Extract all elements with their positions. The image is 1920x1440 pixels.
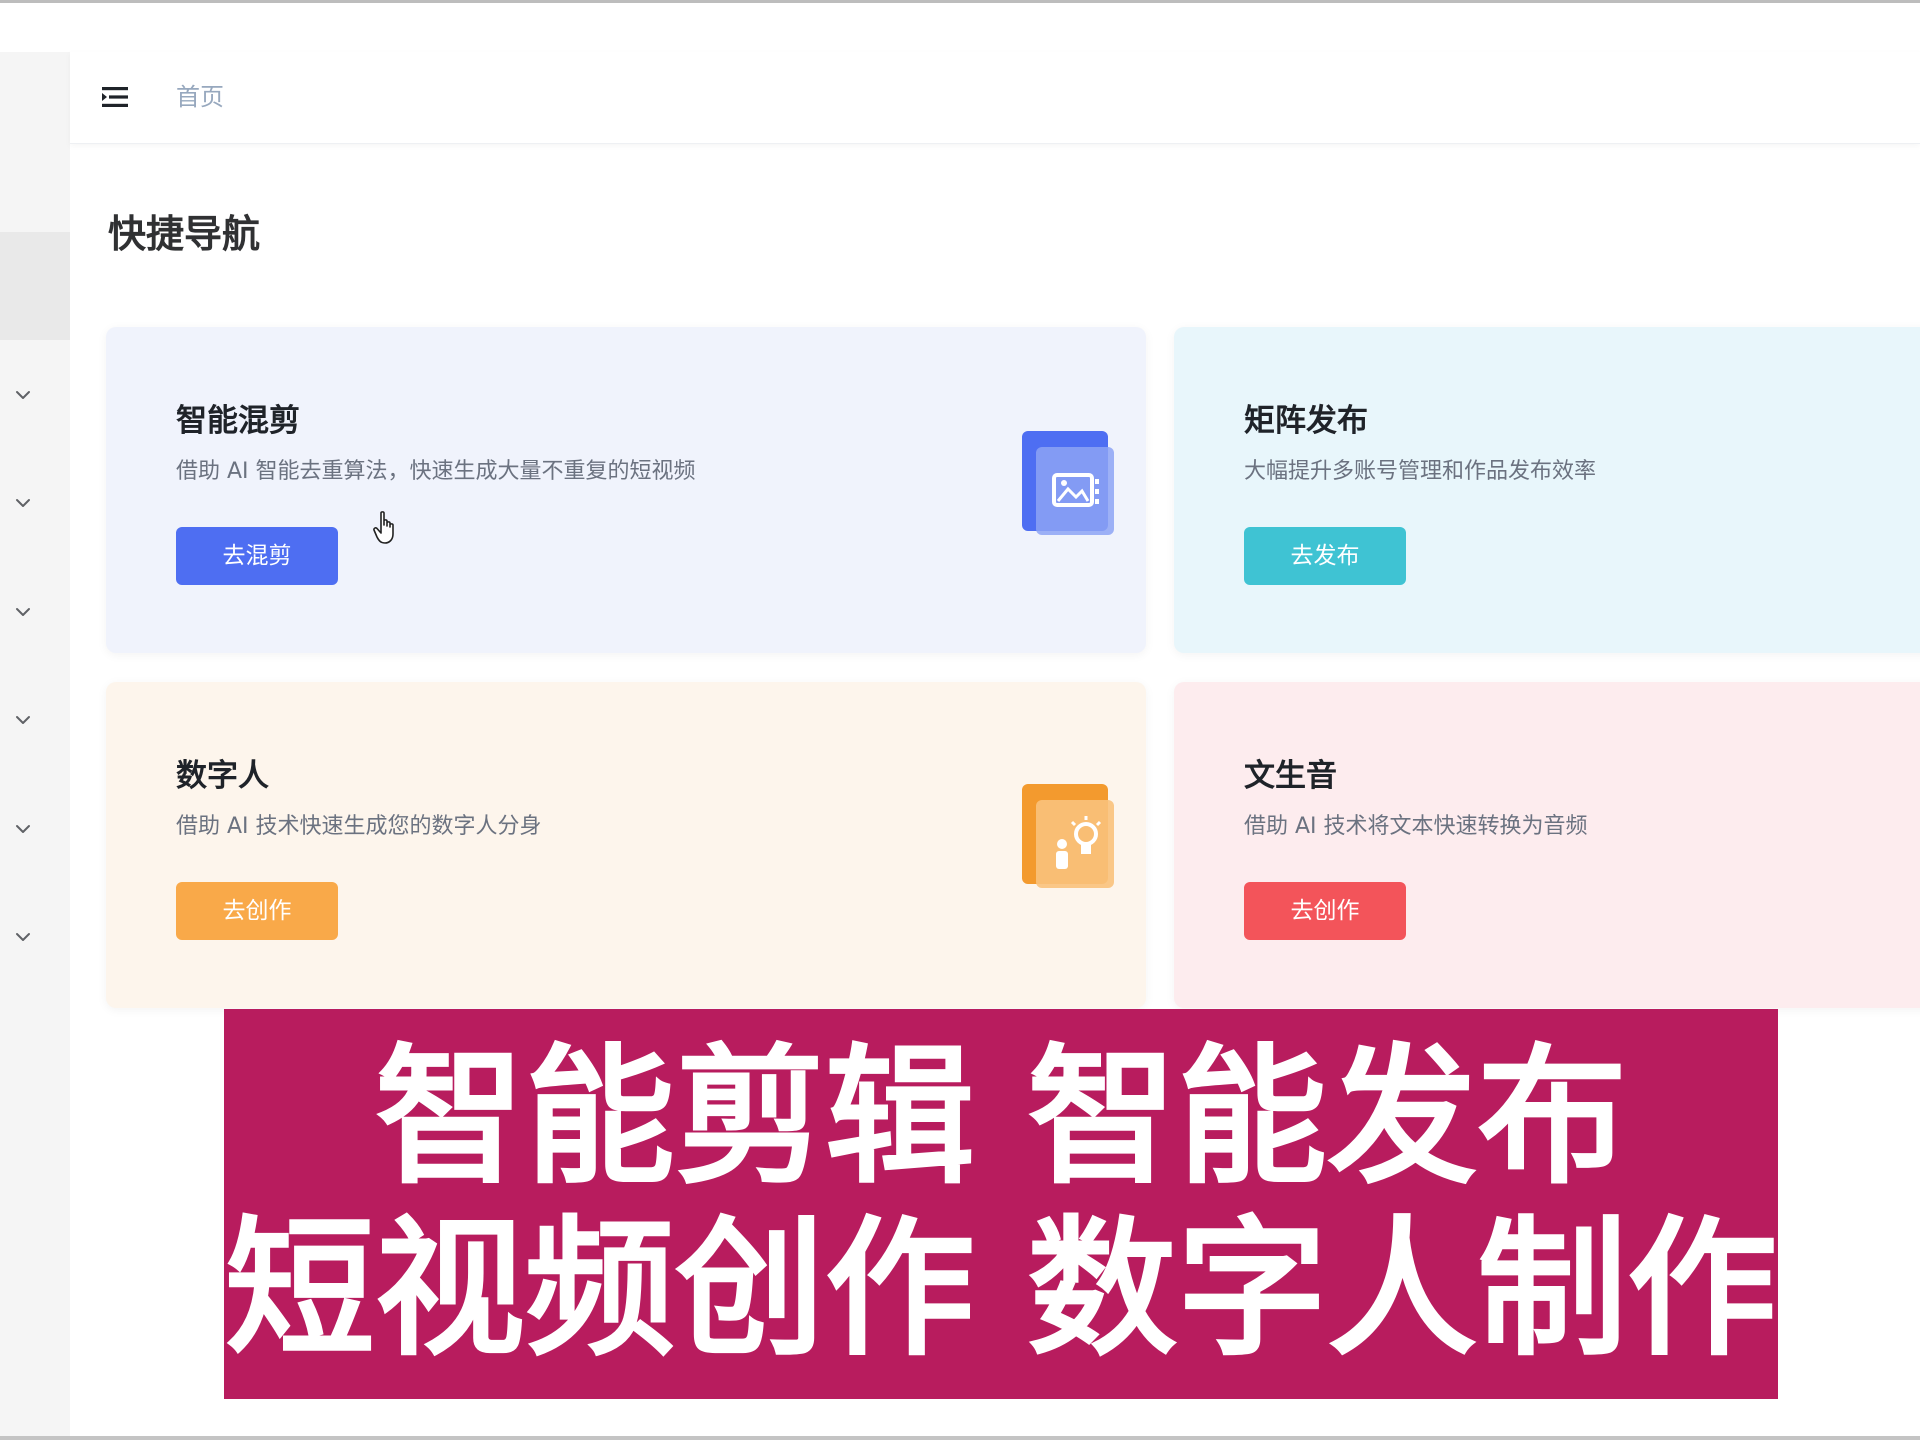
- window-top-border: [0, 0, 1920, 3]
- go-create-digital-human-button[interactable]: 去创作: [176, 882, 338, 940]
- card-smart-remix: 智能混剪 借助 AI 智能去重算法，快速生成大量不重复的短视频 去混剪: [106, 327, 1146, 653]
- card-description: 借助 AI 技术将文本快速转换为音频: [1244, 814, 1588, 839]
- person-idea-icon: [1016, 780, 1116, 890]
- chevron-down-icon[interactable]: [12, 709, 34, 731]
- card-description: 借助 AI 智能去重算法，快速生成大量不重复的短视频: [176, 459, 696, 484]
- window-bottom-border: [0, 1436, 1920, 1440]
- go-create-tts-button[interactable]: 去创作: [1244, 882, 1406, 940]
- banner-line-1: 智能剪辑 智能发布: [374, 1031, 1628, 1205]
- promo-banner: 智能剪辑 智能发布 短视频创作 数字人制作: [224, 1009, 1778, 1399]
- chevron-down-icon[interactable]: [12, 601, 34, 623]
- card-text-to-speech: 文生音 借助 AI 技术将文本快速转换为音频 去创作: [1174, 682, 1920, 1008]
- go-remix-button[interactable]: 去混剪: [176, 527, 338, 585]
- card-description: 大幅提升多账号管理和作品发布效率: [1244, 459, 1597, 484]
- card-matrix-publish: 矩阵发布 大幅提升多账号管理和作品发布效率 去发布: [1174, 327, 1920, 653]
- card-title: 文生音: [1244, 758, 1337, 794]
- menu-fold-icon[interactable]: [100, 82, 130, 112]
- sidebar: [0, 52, 70, 1436]
- card-description: 借助 AI 技术快速生成您的数字人分身: [176, 814, 542, 839]
- hand-pointer-icon: [372, 510, 400, 546]
- image-gallery-icon: [1016, 427, 1116, 537]
- card-title: 数字人: [176, 758, 269, 794]
- banner-line-2: 短视频创作 数字人制作: [224, 1203, 1778, 1377]
- sidebar-item-active[interactable]: [0, 232, 70, 340]
- top-navbar: 首页: [70, 52, 1920, 144]
- chevron-down-icon[interactable]: [12, 492, 34, 514]
- chevron-down-icon[interactable]: [12, 926, 34, 948]
- go-publish-button[interactable]: 去发布: [1244, 527, 1406, 585]
- chevron-down-icon[interactable]: [12, 818, 34, 840]
- card-title: 矩阵发布: [1244, 403, 1368, 439]
- chevron-down-icon[interactable]: [12, 384, 34, 406]
- breadcrumb-home[interactable]: 首页: [176, 82, 224, 112]
- card-title: 智能混剪: [176, 403, 300, 439]
- card-digital-human: 数字人 借助 AI 技术快速生成您的数字人分身 去创作: [106, 682, 1146, 1008]
- page-title: 快捷导航: [108, 212, 261, 256]
